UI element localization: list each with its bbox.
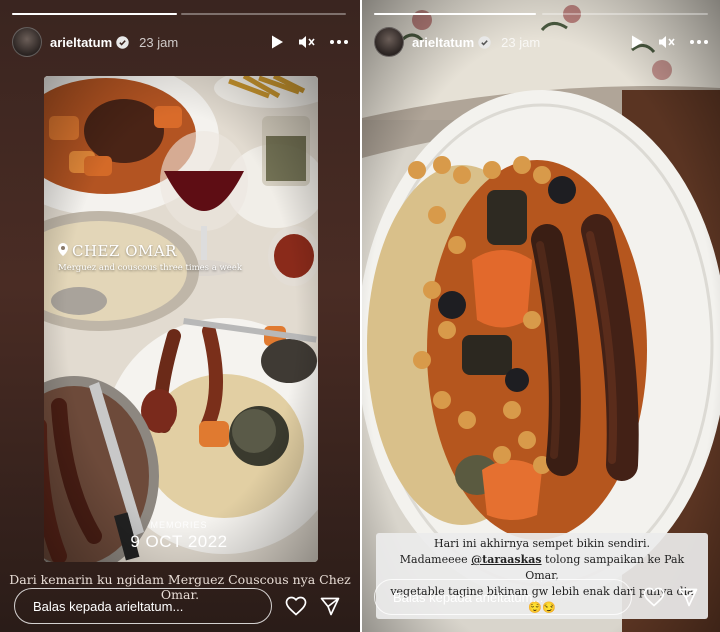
caption-line-1: Hari ini akhirnya sempet bikin sendiri. xyxy=(434,537,650,550)
story-progress-2 xyxy=(181,13,346,15)
story-progress-2 xyxy=(542,13,708,15)
story-progress-1 xyxy=(12,13,177,15)
memories-sticker[interactable]: MEMORIES 9 OCT 2022 xyxy=(124,520,234,552)
story-photo: CHEZ OMAR Merguez and couscous three tim… xyxy=(44,76,318,562)
play-icon[interactable] xyxy=(630,34,644,50)
reply-placeholder: Balas kepada arieltatum... xyxy=(393,589,544,605)
play-icon[interactable] xyxy=(270,34,284,50)
caption-suffix: tolong sampaikan ke Pak Omar, xyxy=(525,553,685,582)
send-icon[interactable] xyxy=(320,597,340,621)
reply-input[interactable]: Balas kepada arieltatum... xyxy=(374,579,632,615)
story-header: arieltatum 23 jam xyxy=(12,27,348,57)
reply-placeholder: Balas kepada arieltatum... xyxy=(33,598,184,614)
story-panel-right: arieltatum 23 jam Hari ini akhirnya semp… xyxy=(362,0,720,632)
heart-icon[interactable] xyxy=(285,596,307,621)
location-pin-icon xyxy=(58,241,68,260)
story-progress-1 xyxy=(374,13,536,15)
username[interactable]: arieltatum xyxy=(412,35,474,50)
food-photo-restaurant xyxy=(44,76,318,562)
more-icon[interactable] xyxy=(690,40,708,44)
verified-badge-icon xyxy=(116,35,129,49)
mention-link[interactable]: @taraaskas xyxy=(471,553,541,566)
location-sticker[interactable]: CHEZ OMAR Merguez and couscous three tim… xyxy=(58,241,278,273)
heart-icon[interactable] xyxy=(643,587,665,612)
memories-date: 9 OCT 2022 xyxy=(130,532,228,551)
avatar[interactable] xyxy=(12,27,42,57)
send-icon[interactable] xyxy=(678,588,698,612)
reply-input[interactable]: Balas kepada arieltatum... xyxy=(14,588,272,624)
verified-badge-icon xyxy=(478,35,491,49)
post-time: 23 jam xyxy=(139,34,179,50)
sticker-subtitle: Merguez and couscous three times a week xyxy=(58,263,242,273)
story-panel-left: arieltatum 23 jam CHEZ OMAR Merguez and … xyxy=(0,0,360,632)
story-header: arieltatum 23 jam xyxy=(374,27,708,57)
avatar[interactable] xyxy=(374,27,404,57)
post-time: 23 jam xyxy=(501,34,541,50)
location-name: CHEZ OMAR xyxy=(72,241,177,260)
caption-prefix: Madameeee xyxy=(399,553,472,566)
mute-icon[interactable] xyxy=(298,34,316,50)
memories-label: MEMORIES xyxy=(150,520,208,530)
username[interactable]: arieltatum xyxy=(50,35,112,50)
mute-icon[interactable] xyxy=(658,34,676,50)
more-icon[interactable] xyxy=(330,40,348,44)
